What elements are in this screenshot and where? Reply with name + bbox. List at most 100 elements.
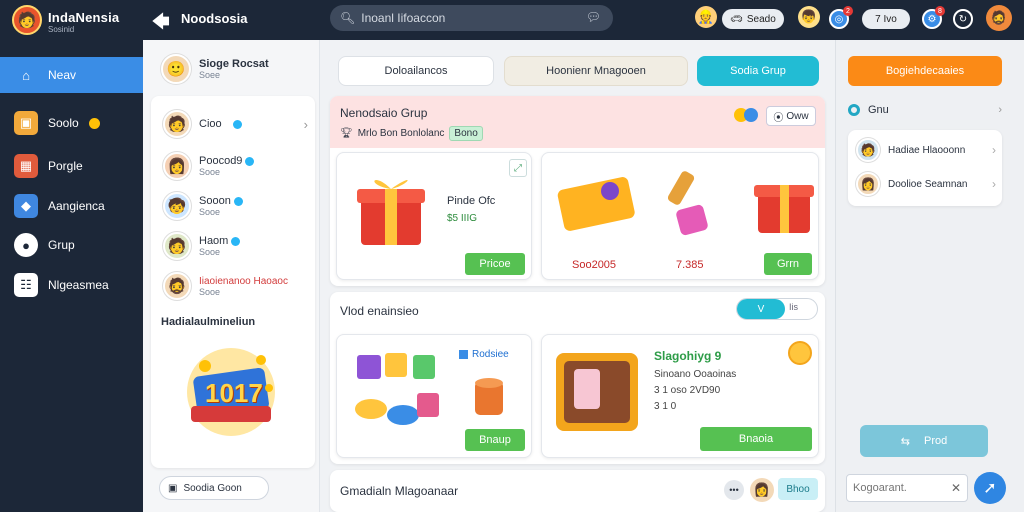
nav-item-home[interactable]: ⌂ Neav — [0, 57, 143, 93]
square-icon — [459, 350, 468, 359]
send-button[interactable]: ➚ — [974, 472, 1006, 504]
avatar: 🧑 — [163, 110, 191, 138]
app-logo[interactable]: 🧑 — [12, 5, 42, 35]
medal-icon — [788, 341, 812, 365]
nav-item-porgle[interactable]: ▦ Porgle — [0, 148, 143, 184]
nav-item-nlgeasmea[interactable]: ☷ Nlgeasmea — [0, 267, 143, 303]
chevron-right-icon: › — [992, 143, 996, 157]
bucket-icon — [475, 378, 503, 415]
nav-label: Porgle — [48, 159, 83, 173]
friend-name: Iiaoienanoo Haoaoc — [199, 275, 288, 287]
product-button-2[interactable]: Grrn — [764, 253, 812, 275]
tab-1[interactable]: Doloailancos — [338, 56, 494, 86]
level-pill[interactable]: 7 Ivo — [862, 9, 910, 29]
content-button-2[interactable]: Bnaoia — [700, 427, 812, 451]
footer-button[interactable]: ▣ Soodia Goon — [159, 476, 269, 500]
list-item[interactable]: 🧑 Haom Sooe — [163, 232, 241, 260]
section-badge[interactable]: Bhoo — [778, 478, 818, 500]
list-item[interactable]: 🧒 Sooon Sooe — [163, 192, 243, 220]
top-bar: 🧑 IndaNensia Sosinid 🡄 Noodsosia 🔍︎ 💬︎ 👷… — [0, 0, 1024, 40]
primary-action-button[interactable]: Bogiehdecaaies — [848, 56, 1002, 86]
product-card-2[interactable]: Soo2005 7.385 Grrn — [541, 152, 819, 280]
chevron-right-icon: › — [992, 177, 996, 191]
left-sidebar: ⌂ Neav ▣ Soolo ▦ Porgle ◆ Aangienca ● Gr… — [0, 40, 143, 512]
swap-icon: ⇆ — [900, 435, 910, 448]
toggle-active[interactable]: V — [737, 299, 785, 319]
member-item[interactable]: 🧑 Hadiae Hlaooonn › — [856, 138, 996, 162]
content-line-2: 3 1 oso 2VD90 — [654, 385, 721, 396]
notification-badge: 2 — [843, 6, 853, 16]
profile-sub: Soee — [199, 70, 221, 80]
profile-avatar-icon[interactable]: 🧔 — [986, 5, 1012, 31]
gift-icon — [754, 185, 814, 233]
list-item[interactable]: 👩 Poocod9 Sooe — [163, 152, 255, 180]
content-button-1[interactable]: Bnaup — [465, 429, 525, 451]
list-item[interactable]: 🧔 Iiaoienanoo Haoaoc Sooe — [163, 272, 288, 300]
message-field[interactable]: ✕ — [846, 474, 968, 502]
avatar: 👩 — [163, 152, 191, 180]
chat-icon[interactable]: 💬︎ — [586, 10, 601, 24]
content-card-1[interactable]: Rodsiee Bnaup — [336, 334, 532, 458]
app-subtitle: Sosinid — [48, 25, 75, 34]
grid-icon: ☷ — [14, 273, 38, 297]
product-card-1[interactable]: Pinde Ofc $5 IIIG ⤢ Pricoe — [336, 152, 532, 280]
group-icon — [848, 104, 860, 116]
search-input[interactable] — [361, 11, 582, 25]
member-name: Hadiae Hlaooonn — [888, 144, 966, 156]
tab-2[interactable]: Hoonienr Mnagooen — [504, 56, 688, 86]
promo-title: Hadialaulmineliun — [161, 316, 256, 328]
group-label: Gnu — [868, 104, 889, 116]
prod-button[interactable]: ⇆ Prod — [860, 425, 988, 457]
avatar: 👩 — [856, 172, 880, 196]
arrow-left-icon[interactable]: 🡄 — [152, 9, 170, 38]
app-name: IndaNensia — [48, 10, 120, 25]
main-content: Doloailancos Hoonienr Mnagooen Sodia Gru… — [320, 40, 835, 512]
refresh-icon[interactable]: ↻ — [953, 9, 973, 29]
section-title-3: Gmadialn Mlagoanaar — [340, 484, 459, 498]
friend-avatar-icon[interactable]: 👦 — [798, 6, 820, 28]
notification-badge-2: 8 — [935, 6, 945, 16]
promo-image[interactable]: 1017 — [181, 342, 281, 442]
friend-name: Haom — [199, 235, 229, 247]
profile-header[interactable]: 🙂 Sioge Rocsat Soee — [161, 54, 269, 84]
cube-icon: ◆ — [14, 194, 38, 218]
friend-sub: Sooe — [199, 207, 221, 217]
footer-button-label: Soodia Goon — [183, 482, 242, 494]
nav-item-aangienca[interactable]: ◆ Aangienca — [0, 188, 143, 224]
nav-item-soolo[interactable]: ▣ Soolo — [0, 105, 143, 141]
section-title: Vlod enainsieo — [340, 304, 419, 318]
group-row[interactable]: Gnu › — [848, 104, 1002, 116]
user-avatar-icon[interactable]: 👷 — [695, 6, 717, 28]
product-sub: $5 IIIG — [447, 213, 478, 224]
tab-3[interactable]: Sodia Grup — [697, 56, 819, 86]
close-icon[interactable]: ✕ — [951, 481, 961, 495]
more-icon[interactable]: ••• — [724, 480, 744, 500]
expand-icon[interactable]: ⤢ — [509, 159, 527, 177]
section-card: Vlod enainsieo V Iis Rodsiee Bnaup Slago… — [330, 292, 825, 464]
members-list: 🧑 Hadiae Hlaooonn › 👩 Doolioe Seamnan › — [848, 130, 1002, 206]
page-title: Noodsosia — [181, 11, 248, 26]
list-item[interactable]: 🧑 Cioo › — [163, 110, 308, 138]
view-toggle[interactable]: V Iis — [736, 298, 818, 320]
level-pill-label: 7 Ivo — [875, 13, 897, 25]
car-icon: 🚗︎ — [730, 13, 743, 25]
friends-panel: 🙂 Sioge Rocsat Soee 🧑 Cioo › 👩 Poocod9 S… — [143, 40, 320, 512]
avatar[interactable]: 👩 — [750, 478, 774, 502]
own-button[interactable]: ⦿ Oww — [766, 106, 816, 126]
gift-box-icon — [357, 180, 425, 245]
avatar: 🧑 — [856, 138, 880, 162]
product-price-a: Soo2005 — [572, 259, 617, 271]
member-item[interactable]: 👩 Doolioe Seamnan › — [856, 172, 996, 196]
promo-number: 1017 — [205, 378, 263, 408]
verified-icon — [245, 156, 255, 166]
chevron-right-icon: › — [998, 104, 1002, 116]
prod-button-label: Prod — [923, 435, 948, 447]
toggle-inactive[interactable]: Iis — [789, 302, 798, 312]
content-card-2[interactable]: Slagohiyg 9 Sinoano Ooaoinas 3 1 oso 2VD… — [541, 334, 819, 458]
nav-item-grup[interactable]: ● Grup — [0, 227, 143, 263]
message-input[interactable] — [853, 482, 943, 494]
product-button-1[interactable]: Pricoe — [465, 253, 525, 275]
status-pill[interactable]: 🚗︎ Seado — [722, 9, 784, 29]
search-bar[interactable]: 🔍︎ 💬︎ — [330, 5, 613, 31]
content-title: Slagohiyg 9 — [654, 349, 722, 363]
